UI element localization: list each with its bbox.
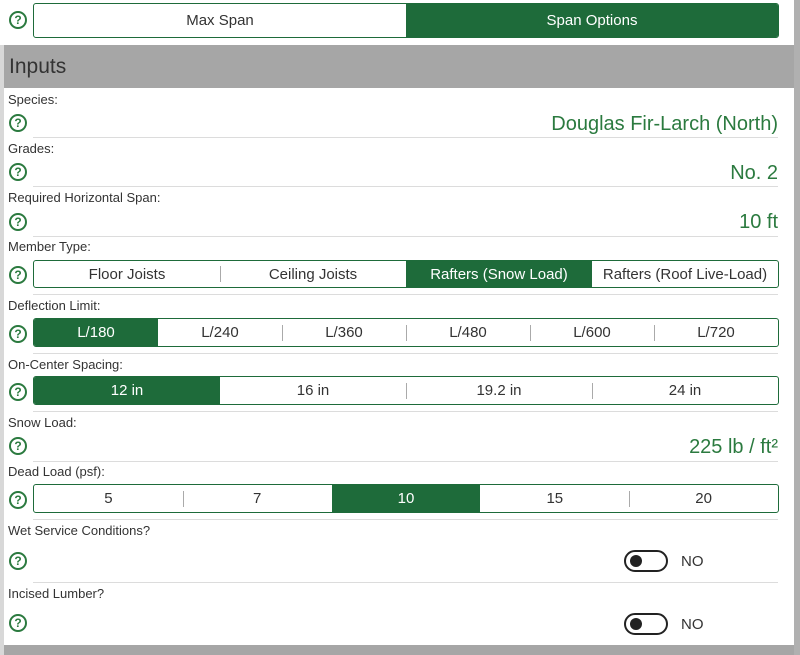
option-l600[interactable]: L/600 <box>530 319 654 346</box>
option-7[interactable]: 7 <box>182 485 332 512</box>
dead-load-selector: 5 7 10 15 20 <box>33 484 779 513</box>
option-5[interactable]: 5 <box>34 485 183 512</box>
option-rafters-roof-live-load[interactable]: Rafters (Roof Live-Load) <box>592 261 778 287</box>
help-icon[interactable]: ? <box>9 491 27 509</box>
member-type-label: Member Type: <box>8 239 91 254</box>
option-12-in[interactable]: 12 in <box>34 377 220 404</box>
help-icon[interactable]: ? <box>9 383 27 401</box>
option-rafters-snow-load[interactable]: Rafters (Snow Load) <box>406 261 592 287</box>
divider <box>33 411 778 412</box>
mode-tabs: Max Span Span Options <box>33 3 779 38</box>
toggle-knob <box>630 618 642 630</box>
wet-service-toggle[interactable] <box>624 550 668 572</box>
deflection-selector: L/180 L/240 L/360 L/480 L/600 L/720 <box>33 318 779 347</box>
divider <box>33 519 778 520</box>
help-icon[interactable]: ? <box>9 437 27 455</box>
option-l480[interactable]: L/480 <box>406 319 530 346</box>
help-icon[interactable]: ? <box>9 114 27 132</box>
option-floor-joists[interactable]: Floor Joists <box>34 261 220 287</box>
species-label: Species: <box>8 92 58 107</box>
member-type-selector: Floor Joists Ceiling Joists Rafters (Sno… <box>33 260 779 288</box>
species-value[interactable]: Douglas Fir-Larch (North) <box>551 113 778 136</box>
help-icon[interactable]: ? <box>9 11 27 29</box>
section-title: Inputs <box>9 55 67 78</box>
wet-service-state: NO <box>681 553 704 570</box>
incised-toggle[interactable] <box>624 613 668 635</box>
tab-max-span[interactable]: Max Span <box>34 4 406 37</box>
help-icon[interactable]: ? <box>9 266 27 284</box>
option-15[interactable]: 15 <box>480 485 629 512</box>
option-10[interactable]: 10 <box>331 485 481 512</box>
spacing-selector: 12 in 16 in 19.2 in 24 in <box>33 376 779 405</box>
help-icon[interactable]: ? <box>9 552 27 570</box>
option-ceiling-joists[interactable]: Ceiling Joists <box>220 261 406 287</box>
option-19-2-in[interactable]: 19.2 in <box>406 377 592 404</box>
divider <box>33 186 778 187</box>
tab-span-options[interactable]: Span Options <box>406 4 778 37</box>
span-value[interactable]: 10 ft <box>739 211 778 234</box>
divider <box>33 582 778 583</box>
help-icon[interactable]: ? <box>9 213 27 231</box>
option-l180[interactable]: L/180 <box>34 319 158 346</box>
scrollbar[interactable] <box>794 0 800 655</box>
option-24-in[interactable]: 24 in <box>592 377 778 404</box>
help-icon[interactable]: ? <box>9 163 27 181</box>
incised-state: NO <box>681 616 704 633</box>
divider <box>33 294 778 295</box>
option-l720[interactable]: L/720 <box>654 319 778 346</box>
option-l360[interactable]: L/360 <box>282 319 406 346</box>
next-section-header <box>4 645 794 655</box>
divider <box>33 461 778 462</box>
divider <box>33 137 778 138</box>
snow-load-value[interactable]: 225 lb / ft² <box>689 436 778 459</box>
divider <box>33 236 778 237</box>
help-icon[interactable]: ? <box>9 614 27 632</box>
toggle-knob <box>630 555 642 567</box>
option-l240[interactable]: L/240 <box>158 319 282 346</box>
option-16-in[interactable]: 16 in <box>220 377 406 404</box>
grades-label: Grades: <box>8 141 55 156</box>
spacing-label: On-Center Spacing: <box>8 357 123 372</box>
left-border <box>0 45 4 655</box>
section-header: Inputs <box>4 45 794 88</box>
deflection-label: Deflection Limit: <box>8 298 101 313</box>
grades-value[interactable]: No. 2 <box>730 162 778 185</box>
span-label: Required Horizontal Span: <box>8 190 161 205</box>
divider <box>33 353 778 354</box>
wet-service-label: Wet Service Conditions? <box>8 523 151 538</box>
option-20[interactable]: 20 <box>629 485 778 512</box>
incised-label: Incised Lumber? <box>8 586 105 601</box>
help-icon[interactable]: ? <box>9 325 27 343</box>
snow-load-label: Snow Load: <box>8 415 77 430</box>
dead-load-label: Dead Load (psf): <box>8 464 105 479</box>
